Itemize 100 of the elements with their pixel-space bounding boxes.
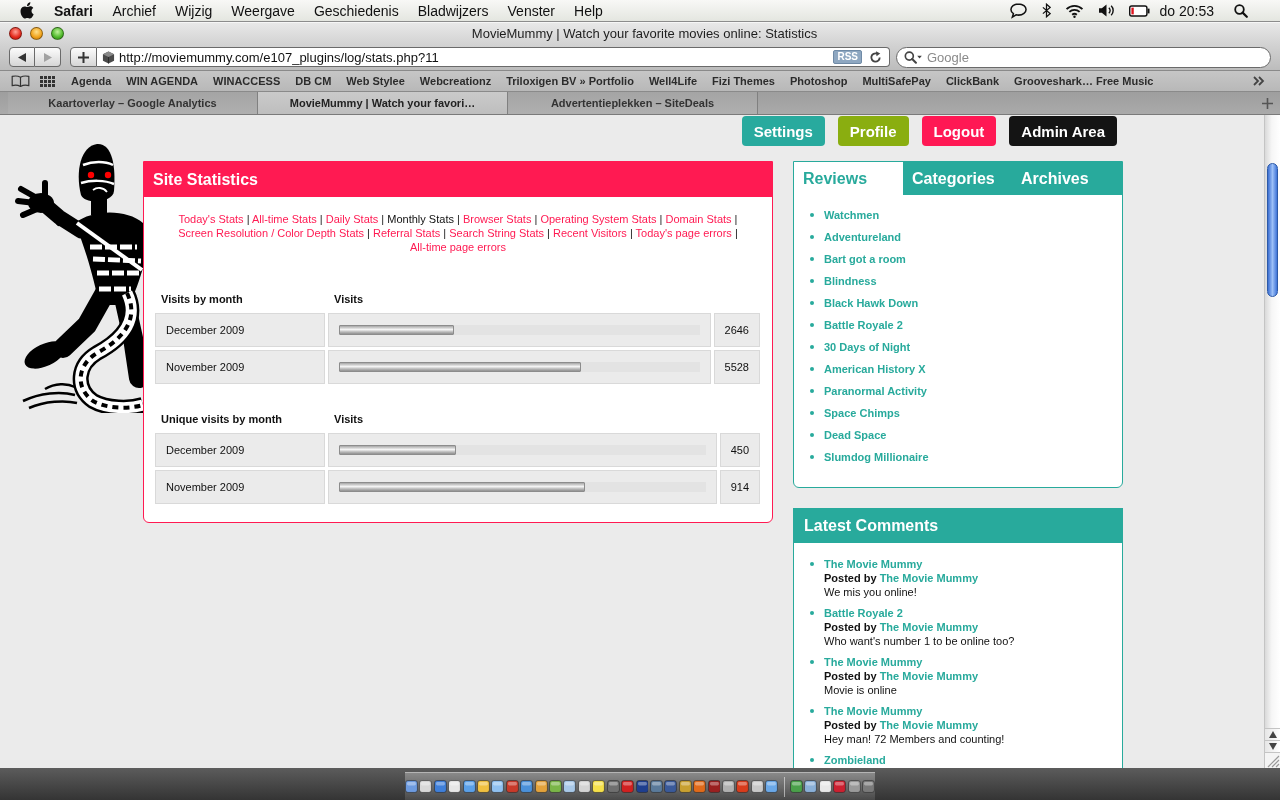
review-link[interactable]: Slumdog Millionaire xyxy=(824,451,929,463)
bookmark-link[interactable]: Triloxigen BV » Portfolio xyxy=(506,75,634,87)
stats-link[interactable]: Today's page errors xyxy=(635,227,732,239)
app-icon[interactable] xyxy=(790,780,803,793)
bookmark-link[interactable]: Well4Life xyxy=(648,75,697,87)
grid-icon[interactable] xyxy=(40,75,55,87)
apple-icon[interactable] xyxy=(20,2,34,19)
bookmark-link[interactable]: Fizi Themes xyxy=(712,75,775,87)
nav-button[interactable]: Settings xyxy=(741,116,825,146)
review-link[interactable]: Space Chimps xyxy=(824,407,900,419)
menu-item[interactable]: Weergave xyxy=(221,2,305,19)
nav-button[interactable]: Logout xyxy=(921,116,997,146)
app-icon[interactable] xyxy=(549,780,562,793)
bookmark-link[interactable]: Agenda xyxy=(71,75,112,87)
book-icon[interactable] xyxy=(11,75,30,87)
app-menu[interactable]: Safari xyxy=(44,2,103,19)
search-icon[interactable] xyxy=(1234,3,1248,18)
bookmark-link[interactable]: WINACCESS xyxy=(213,75,281,87)
app-icon[interactable] xyxy=(721,780,735,793)
battery-icon[interactable] xyxy=(1128,4,1150,17)
app-icon[interactable] xyxy=(649,780,663,793)
comment-title-link[interactable]: The Movie Mummy xyxy=(824,655,923,669)
speaker-icon[interactable] xyxy=(1097,3,1115,18)
minimize-button[interactable] xyxy=(30,27,43,40)
comment-title-link[interactable]: Zombieland xyxy=(824,753,886,767)
browser-tab[interactable]: Advertentieplekken – SiteDeals xyxy=(508,92,758,114)
menu-item[interactable]: Help xyxy=(564,2,613,19)
bookmark-link[interactable]: ClickBank xyxy=(945,75,1000,87)
scrollbar-thumb[interactable] xyxy=(1267,163,1278,297)
bookmark-link[interactable]: Web Stylee xyxy=(346,75,405,87)
bookmark-link[interactable]: WIN AGENDA xyxy=(126,75,199,87)
app-icon[interactable] xyxy=(592,780,606,793)
review-link[interactable]: Dead Space xyxy=(824,429,887,441)
author-link[interactable]: The Movie Mummy xyxy=(879,572,979,584)
app-icon[interactable] xyxy=(765,780,779,793)
stats-link[interactable]: Referral Stats xyxy=(373,227,441,239)
author-link[interactable]: The Movie Mummy xyxy=(879,621,979,633)
menu-item[interactable]: Bladwijzers xyxy=(408,2,499,19)
bookmark-link[interactable]: Photoshop xyxy=(789,75,848,87)
stats-link[interactable]: Screen Resolution / Color Depth Stats xyxy=(178,227,365,239)
review-link[interactable]: Paranormal Activity xyxy=(824,385,927,397)
app-icon[interactable] xyxy=(678,780,692,793)
author-link[interactable]: The Movie Mummy xyxy=(879,670,979,682)
stats-link[interactable]: Daily Stats xyxy=(325,213,379,225)
review-link[interactable]: Battle Royale 2 xyxy=(824,319,903,331)
bluetooth-icon[interactable] xyxy=(1041,3,1051,18)
forward-button[interactable] xyxy=(35,47,61,67)
app-icon[interactable] xyxy=(862,780,875,793)
bookmark-link[interactable]: DB CM xyxy=(295,75,332,87)
search-icon[interactable] xyxy=(904,50,923,64)
app-icon[interactable] xyxy=(563,780,577,793)
app-icon[interactable] xyxy=(534,780,548,793)
stats-link[interactable]: Today's Stats xyxy=(178,213,244,225)
review-link[interactable]: American History X xyxy=(824,363,926,375)
app-icon[interactable] xyxy=(505,780,519,793)
zoom-button[interactable] xyxy=(51,27,64,40)
app-icon[interactable] xyxy=(833,780,847,793)
bookmark-link[interactable]: Webcreationz xyxy=(419,75,492,87)
menu-clock[interactable]: do 20:53 xyxy=(1159,2,1214,19)
nav-button[interactable]: Profile xyxy=(837,116,909,146)
close-button[interactable] xyxy=(9,27,22,40)
app-icon[interactable] xyxy=(621,780,634,793)
nav-button[interactable]: Admin Area xyxy=(1009,116,1117,146)
double-chevron-icon[interactable] xyxy=(1253,76,1265,86)
search-field[interactable]: Google xyxy=(896,46,1271,68)
app-icon[interactable] xyxy=(448,780,462,793)
app-icon[interactable] xyxy=(707,780,721,793)
browser-tab[interactable]: Kaartoverlay – Google Analytics xyxy=(8,92,258,114)
stats-link[interactable]: All-time page errors xyxy=(410,241,506,253)
chat-bubble-icon[interactable] xyxy=(1008,2,1028,19)
stats-link[interactable]: Search String Stats xyxy=(449,227,545,239)
app-icon[interactable] xyxy=(804,780,818,793)
scroll-up-button[interactable] xyxy=(1265,728,1280,740)
scroll-down-button[interactable] xyxy=(1265,740,1280,752)
app-icon[interactable] xyxy=(577,780,591,793)
app-icon[interactable] xyxy=(477,780,490,793)
wifi-icon[interactable] xyxy=(1064,3,1084,18)
review-link[interactable]: Watchmen xyxy=(824,209,880,221)
app-icon[interactable] xyxy=(847,780,861,793)
app-icon[interactable] xyxy=(664,780,678,793)
app-icon[interactable] xyxy=(606,780,620,793)
rss-button[interactable]: RSS xyxy=(833,50,862,64)
menu-item[interactable]: Archief xyxy=(102,2,166,19)
resize-grip-icon[interactable] xyxy=(1266,754,1280,768)
stats-link[interactable]: Browser Stats xyxy=(462,213,532,225)
review-link[interactable]: 30 Days of Night xyxy=(824,341,911,353)
back-button[interactable] xyxy=(9,47,35,67)
app-icon[interactable] xyxy=(491,780,505,793)
bookmark-link[interactable]: Grooveshark… Free Music xyxy=(1014,75,1154,87)
comment-title-link[interactable]: Battle Royale 2 xyxy=(824,606,903,620)
app-icon[interactable] xyxy=(818,780,832,793)
stats-link[interactable]: All-time Stats xyxy=(251,213,317,225)
review-link[interactable]: Black Hawk Down xyxy=(824,297,919,309)
app-icon[interactable] xyxy=(462,780,476,793)
app-icon[interactable] xyxy=(736,780,750,793)
app-icon[interactable] xyxy=(750,780,764,793)
app-icon[interactable] xyxy=(433,780,447,793)
review-link[interactable]: Adventureland xyxy=(824,231,901,243)
stats-link[interactable]: Recent Visitors xyxy=(553,227,627,239)
stats-link[interactable]: Domain Stats xyxy=(665,213,732,225)
